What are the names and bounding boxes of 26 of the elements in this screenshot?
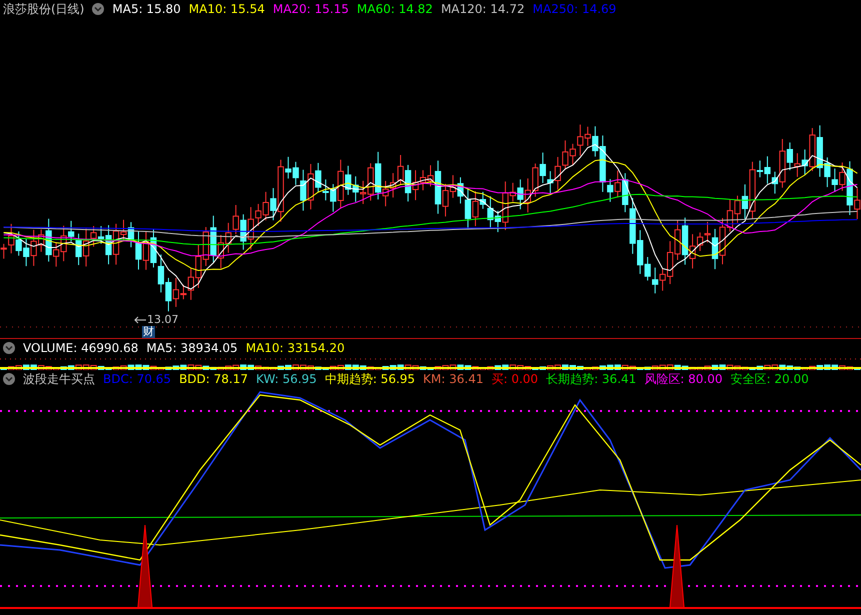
volume-value: MA10: 33154.20 <box>246 340 345 354</box>
indicator-value: 中期趋势: 56.95 <box>324 370 416 388</box>
ma-value: MA60: 14.82 <box>356 2 433 16</box>
low-price-label: 13.07 <box>147 314 178 326</box>
indicator-value: 风险区: 80.00 <box>644 370 722 388</box>
ma-value: MA5: 15.80 <box>112 2 181 16</box>
stock-title: 浪莎股份(日线) <box>3 0 84 18</box>
chevron-icon[interactable] <box>3 373 15 385</box>
ma-value: MA10: 15.54 <box>188 2 265 16</box>
indicator-title: 波段走牛买点 <box>23 370 95 388</box>
finance-badge[interactable]: 财 <box>142 326 155 338</box>
indicator-value: 安全区: 20.00 <box>730 370 809 388</box>
leader-line <box>134 316 146 324</box>
ma-value: MA120: 14.72 <box>440 2 525 16</box>
ma-value: MA250: 14.69 <box>532 2 616 16</box>
ma-value: MA20: 15.15 <box>272 2 349 16</box>
chevron-icon[interactable] <box>92 3 104 15</box>
indicator-value: KW: 56.95 <box>256 372 317 386</box>
volume-value: VOLUME: 46990.68 <box>23 340 138 354</box>
indicator-value: 长期趋势: 36.41 <box>546 370 636 388</box>
indicator-value: BDD: 78.17 <box>179 372 248 386</box>
indicator-value: BDC: 70.65 <box>103 372 172 386</box>
indicator-value: KM: 36.41 <box>423 372 484 386</box>
volume-value: MA5: 38934.05 <box>146 340 238 354</box>
chevron-icon[interactable] <box>3 342 15 354</box>
indicator-value: 买: 0.00 <box>491 370 538 388</box>
